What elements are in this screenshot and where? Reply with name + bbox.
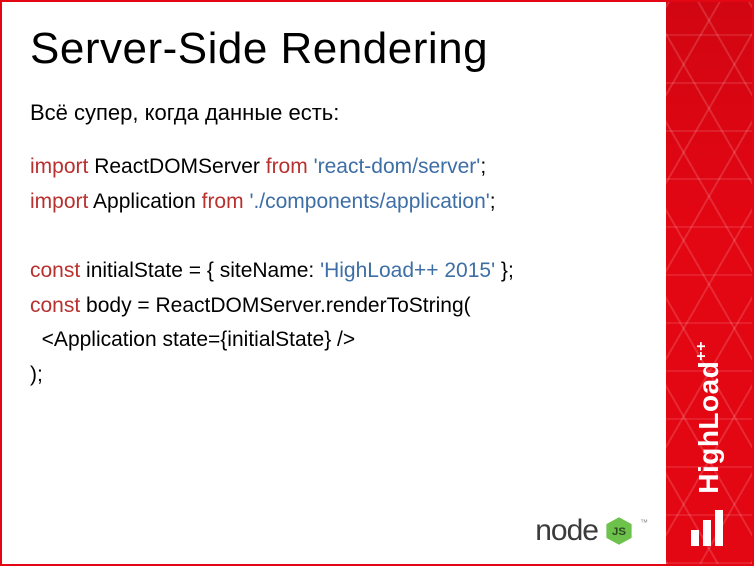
code-string: 'react-dom/server': [314, 155, 481, 178]
brand-text: HighLoad++: [693, 341, 725, 494]
slide-subtitle: Всё супер, когда данные есть:: [30, 100, 646, 126]
brand-name: HighLoad: [693, 361, 724, 494]
code-text: ;: [480, 155, 486, 178]
sidebar: HighLoad++: [666, 2, 752, 564]
code-string: './components/application': [249, 190, 489, 213]
nodejs-hex-text: JS: [612, 526, 626, 538]
code-text: Application: [88, 190, 201, 213]
code-keyword: import: [30, 155, 88, 178]
slide: Server-Side Rendering Всё супер, когда д…: [0, 0, 754, 566]
code-keyword: from: [266, 155, 308, 178]
code-text: <Application state={initialState} />: [30, 328, 355, 351]
code-string: 'HighLoad++ 2015': [320, 259, 495, 282]
code-text: ;: [490, 190, 496, 213]
code-text: };: [495, 259, 514, 282]
brand-logo-icon: [687, 506, 731, 550]
nodejs-hex-icon: JS: [604, 516, 634, 546]
code-keyword: from: [202, 190, 244, 213]
code-text: initialState = { siteName:: [80, 259, 320, 282]
code-keyword: import: [30, 190, 88, 213]
code-text: );: [30, 363, 43, 386]
code-block: import ReactDOMServer from 'react-dom/se…: [30, 150, 646, 392]
nodejs-logo: node JS ™: [535, 514, 648, 548]
code-keyword: const: [30, 294, 80, 317]
code-text: body = ReactDOMServer.renderToString(: [80, 294, 470, 317]
nodejs-text: node: [535, 514, 598, 548]
brand: HighLoad++: [666, 341, 752, 550]
brand-plus: ++: [693, 341, 710, 361]
slide-content: Server-Side Rendering Всё супер, когда д…: [2, 2, 666, 564]
code-keyword: const: [30, 259, 80, 282]
slide-title: Server-Side Rendering: [30, 24, 646, 74]
trademark-symbol: ™: [640, 518, 648, 527]
code-text: ReactDOMServer: [88, 155, 265, 178]
